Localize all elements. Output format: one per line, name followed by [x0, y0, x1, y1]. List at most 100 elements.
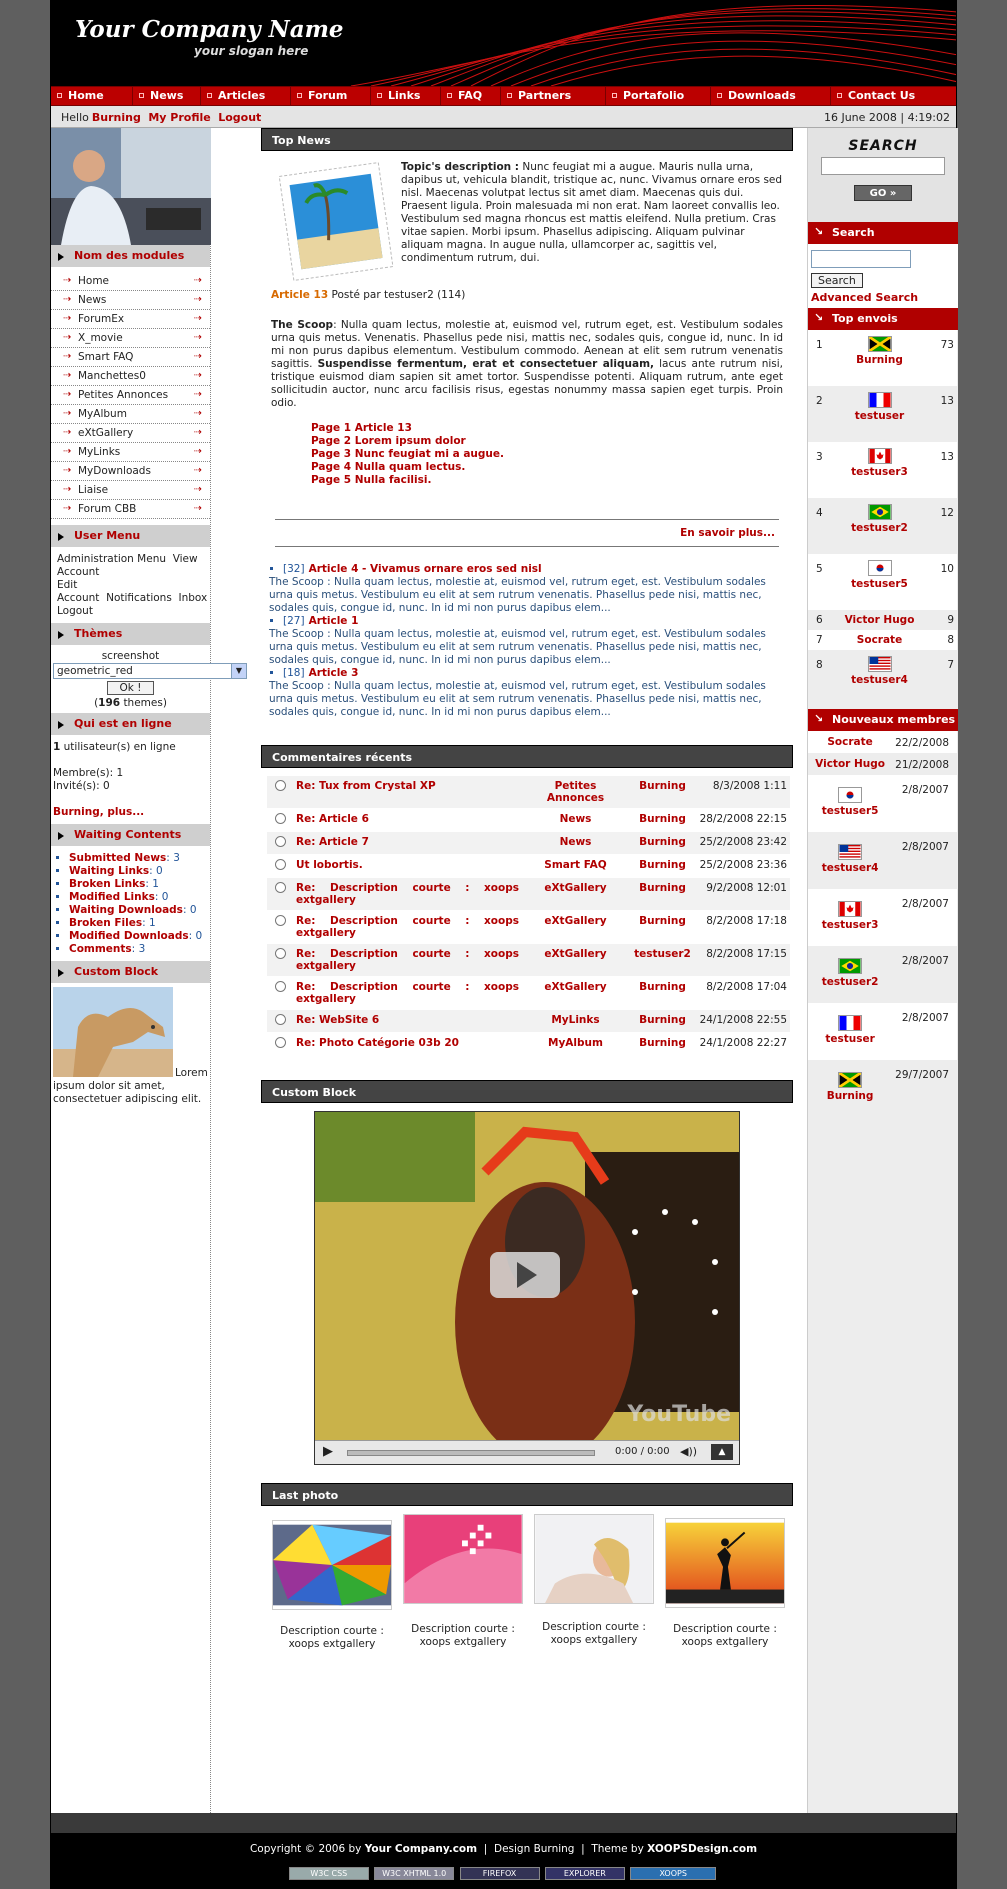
search-input[interactable]	[811, 250, 911, 268]
comment-title[interactable]: Re: Description courte : xoops extgaller…	[293, 943, 522, 977]
waiting-item-label[interactable]: Modified Downloads	[69, 930, 189, 942]
top-user-link[interactable]: Burning	[833, 354, 926, 366]
waiting-item-label[interactable]: Broken Files	[69, 917, 142, 929]
article-page-link[interactable]: Page 4 Nulla quam lectus.	[311, 461, 783, 474]
news-item-title[interactable]: Article 1	[309, 615, 359, 627]
comment-title[interactable]: Re: WebSite 6	[293, 1009, 522, 1033]
volume-icon[interactable]: ◀))	[680, 1445, 697, 1458]
top-user-link[interactable]: Socrate	[833, 632, 926, 646]
comment-title[interactable]: Re: Photo Catégorie 03b 20	[293, 1032, 522, 1056]
comment-title[interactable]: Re: Description courte : xoops extgaller…	[293, 910, 522, 944]
waiting-item-label[interactable]: Broken Links	[69, 878, 145, 890]
theme-ok-button[interactable]: Ok !	[106, 681, 155, 695]
usermenu-edit-account[interactable]: Edit Account	[57, 579, 99, 604]
module-item[interactable]: ⇢ ForumEx ⇢	[51, 310, 210, 329]
module-item[interactable]: ⇢ Home ⇢	[51, 272, 210, 291]
comment-module[interactable]: MyLinks	[522, 1009, 629, 1033]
module-item[interactable]: ⇢ Smart FAQ ⇢	[51, 348, 210, 367]
comment-module[interactable]: eXtGallery	[522, 877, 629, 911]
waiting-item[interactable]: Modified Downloads: 0	[69, 930, 210, 943]
new-member-link[interactable]: testuser5	[811, 805, 889, 817]
top-user-link[interactable]: testuser4	[833, 674, 926, 686]
nav-portafolio[interactable]: Portafolio	[606, 87, 711, 105]
my-profile-link[interactable]: My Profile	[148, 111, 210, 124]
module-item[interactable]: ⇢ Liaise ⇢	[51, 481, 210, 500]
waiting-item-label[interactable]: Waiting Links	[69, 865, 149, 877]
waiting-item[interactable]: Comments: 3	[69, 943, 210, 956]
article-page-link[interactable]: Page 2 Lorem ipsum dolor	[311, 435, 783, 448]
module-item[interactable]: ⇢ Petites Annonces ⇢	[51, 386, 210, 405]
top-user-link[interactable]: testuser3	[833, 466, 926, 478]
waiting-item[interactable]: Broken Links: 1	[69, 878, 210, 891]
xoopsdesign-link[interactable]: XOOPSDesign.com	[647, 1843, 757, 1855]
gallery-item[interactable]: Description courte : xoops extgallery	[398, 1514, 529, 1651]
video-seekbar[interactable]	[347, 1450, 595, 1456]
nav-home[interactable]: Home	[51, 87, 133, 105]
waiting-item[interactable]: Waiting Downloads: 0	[69, 904, 210, 917]
comment-user[interactable]: Burning	[629, 910, 696, 944]
comment-title[interactable]: Ut lobortis.	[293, 854, 522, 878]
top-user-link[interactable]: testuser	[833, 410, 926, 422]
nav-news[interactable]: News	[133, 87, 201, 105]
module-item[interactable]: ⇢ News ⇢	[51, 291, 210, 310]
comment-title[interactable]: Re: Description courte : xoops extgaller…	[293, 976, 522, 1010]
comment-title[interactable]: Re: Tux from Crystal XP	[293, 776, 522, 809]
article-title-link[interactable]: Article 13	[271, 289, 328, 301]
module-item[interactable]: ⇢ X_movie ⇢	[51, 329, 210, 348]
article-page-link[interactable]: Page 5 Nulla facilisi.	[311, 474, 783, 487]
gallery-item[interactable]: Description courte : xoops extgallery	[529, 1514, 660, 1651]
waiting-item-label[interactable]: Comments	[69, 943, 132, 955]
company-logo[interactable]: Your Company Name	[75, 16, 344, 43]
comment-user[interactable]: Burning	[629, 877, 696, 911]
badge-css[interactable]: W3C CSS	[288, 1867, 369, 1880]
usermenu-admin[interactable]: Administration Menu	[57, 553, 166, 565]
comment-user[interactable]: Burning	[629, 1032, 696, 1056]
nav-faq[interactable]: FAQ	[441, 87, 501, 105]
nav-forum[interactable]: Forum	[291, 87, 371, 105]
video-player[interactable]: YouTube ▶ 0:00 / 0:00 ◀)) ▲	[314, 1111, 740, 1465]
fullscreen-icon[interactable]: ▲	[711, 1444, 733, 1460]
usermenu-notifications[interactable]: Notifications	[106, 592, 172, 604]
company-link[interactable]: Your Company.com	[365, 1843, 477, 1855]
waiting-item-label[interactable]: Submitted News	[69, 852, 166, 864]
article-page-link[interactable]: Page 1 Article 13	[311, 422, 783, 435]
online-users-link[interactable]: Burning, plus...	[53, 806, 144, 818]
comment-title[interactable]: Re: Description courte : xoops extgaller…	[293, 877, 522, 911]
logout-link[interactable]: Logout	[218, 111, 261, 124]
comment-module[interactable]: MyAlbum	[522, 1032, 629, 1056]
badge-xhtml[interactable]: W3C XHTML 1.0	[374, 1867, 455, 1880]
badge-firefox[interactable]: FIREFOX	[459, 1867, 540, 1880]
new-member-link[interactable]: testuser3	[811, 919, 889, 931]
new-member-link[interactable]: testuser4	[811, 862, 889, 874]
top-user-link[interactable]: testuser2	[833, 522, 926, 534]
comment-module[interactable]: eXtGallery	[522, 943, 629, 977]
gallery-item[interactable]: Description courte : xoops extgallery	[660, 1514, 791, 1651]
top-user-link[interactable]: Victor Hugo	[833, 612, 926, 626]
waiting-item-label[interactable]: Modified Links	[69, 891, 155, 903]
gallery-item[interactable]: Description courte : xoops extgallery	[267, 1514, 398, 1651]
waiting-item[interactable]: Modified Links: 0	[69, 891, 210, 904]
theme-select[interactable]: geometric_red ▼	[53, 663, 247, 679]
waiting-item-label[interactable]: Waiting Downloads	[69, 904, 183, 916]
module-item[interactable]: ⇢ eXtGallery ⇢	[51, 424, 210, 443]
module-item[interactable]: ⇢ MyLinks ⇢	[51, 443, 210, 462]
comment-user[interactable]: Burning	[629, 808, 696, 832]
readmore-link[interactable]: En savoir plus...	[680, 527, 775, 539]
nav-links[interactable]: Links	[371, 87, 441, 105]
comment-module[interactable]: Petites Annonces	[522, 776, 629, 809]
usermenu-logout[interactable]: Logout	[57, 605, 93, 617]
top-user-link[interactable]: testuser5	[833, 578, 926, 590]
username-link[interactable]: Burning	[92, 111, 141, 124]
comment-user[interactable]: testuser2	[629, 943, 696, 977]
comment-module[interactable]: News	[522, 808, 629, 832]
nav-contact-us[interactable]: Contact Us	[831, 87, 956, 105]
play-icon[interactable]: ▶	[323, 1444, 333, 1459]
module-item[interactable]: ⇢ MyDownloads ⇢	[51, 462, 210, 481]
waiting-item[interactable]: Waiting Links: 0	[69, 865, 210, 878]
new-member-link[interactable]: Burning	[811, 1090, 889, 1102]
quick-search-input[interactable]	[821, 157, 945, 175]
nav-downloads[interactable]: Downloads	[711, 87, 831, 105]
nav-articles[interactable]: Articles	[201, 87, 291, 105]
news-item-title[interactable]: Article 3	[309, 667, 359, 679]
comment-module[interactable]: eXtGallery	[522, 976, 629, 1010]
